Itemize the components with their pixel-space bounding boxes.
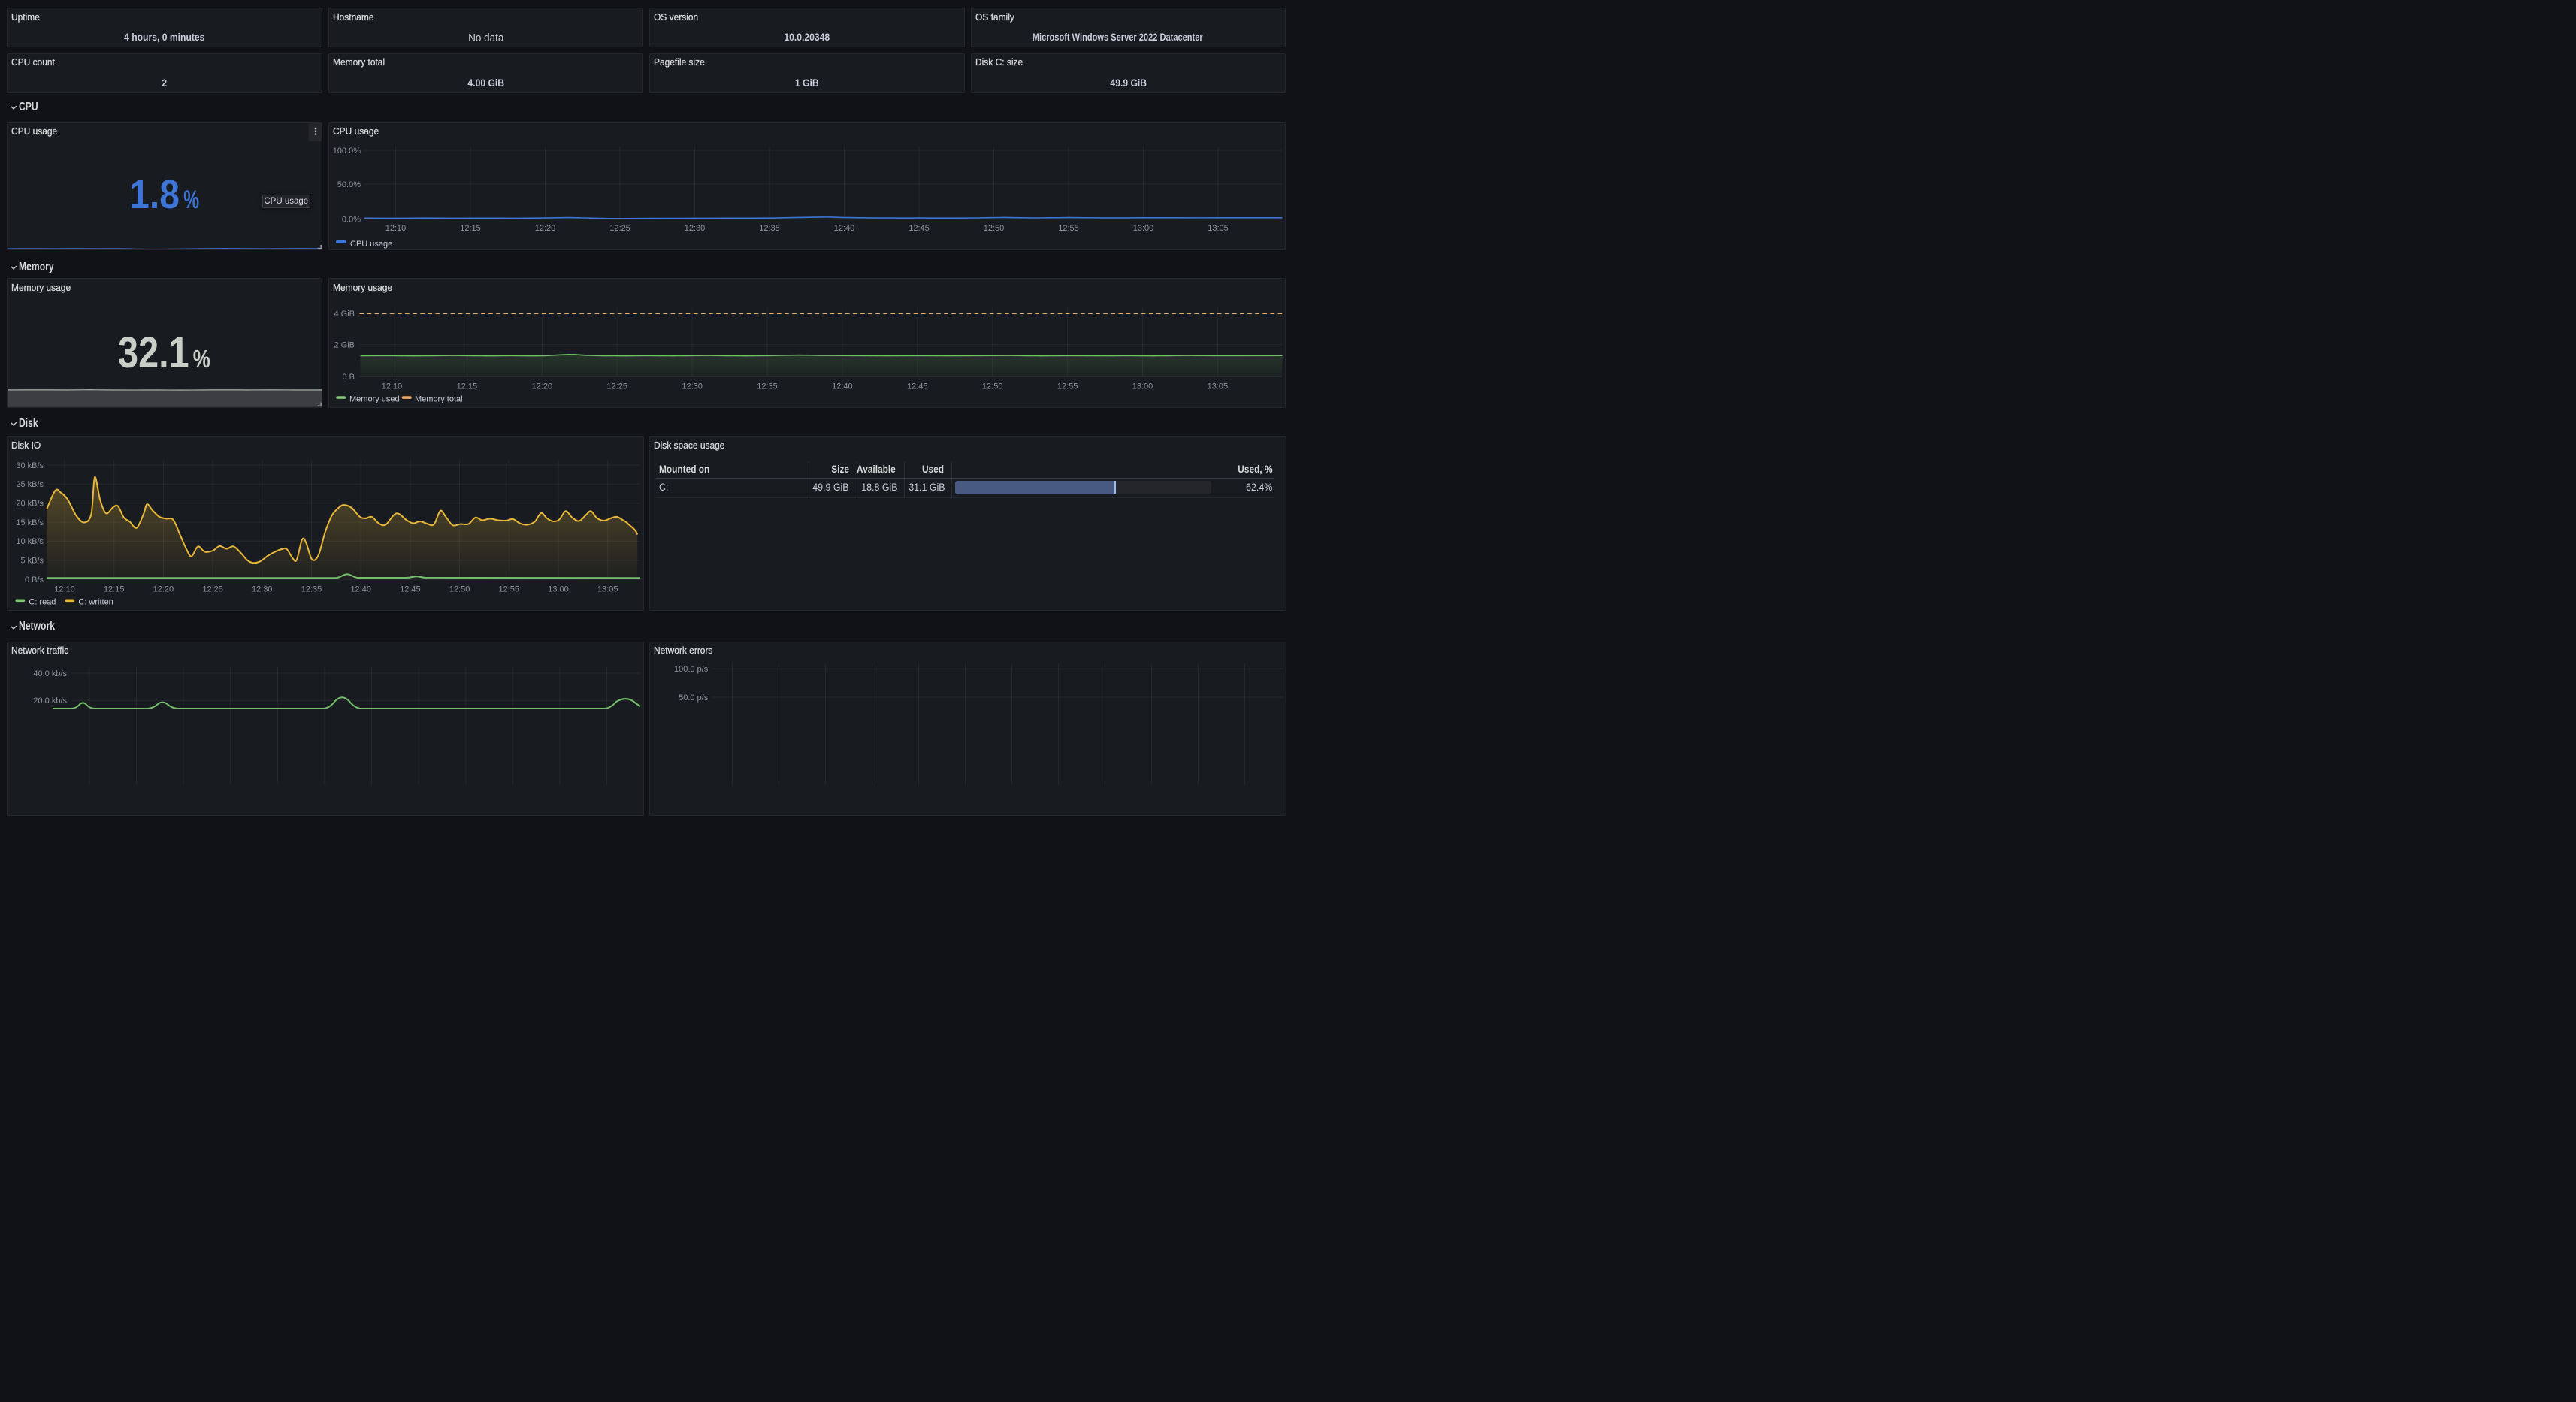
svg-text:12:45: 12:45 <box>400 585 421 594</box>
svg-text:25 kB/s: 25 kB/s <box>16 480 44 489</box>
svg-text:20 kB/s: 20 kB/s <box>16 499 44 508</box>
svg-text:20.0 kb/s: 20.0 kb/s <box>33 696 67 706</box>
svg-text:12:40: 12:40 <box>350 585 371 594</box>
svg-text:12:55: 12:55 <box>1058 224 1079 233</box>
svg-text:2 GiB: 2 GiB <box>334 340 355 349</box>
svg-text:0 B/s: 0 B/s <box>25 576 44 585</box>
svg-text:40.0 kb/s: 40.0 kb/s <box>33 669 67 678</box>
svg-text:12:50: 12:50 <box>981 382 1002 391</box>
svg-text:12:20: 12:20 <box>153 585 174 594</box>
svg-text:12:50: 12:50 <box>449 585 470 594</box>
svg-text:Memory used: Memory used <box>349 394 400 403</box>
svg-text:13:00: 13:00 <box>1132 382 1153 391</box>
svg-text:13:00: 13:00 <box>1132 224 1153 233</box>
svg-text:30 kB/s: 30 kB/s <box>16 461 44 470</box>
svg-text:12:25: 12:25 <box>609 224 630 233</box>
svg-text:12:30: 12:30 <box>682 382 703 391</box>
svg-text:50.0 p/s: 50.0 p/s <box>679 693 709 702</box>
svg-text:12:25: 12:25 <box>202 585 222 594</box>
svg-text:12:40: 12:40 <box>833 224 854 233</box>
svg-text:12:40: 12:40 <box>832 382 853 391</box>
svg-text:12:35: 12:35 <box>757 382 778 391</box>
svg-text:12:10: 12:10 <box>381 382 402 391</box>
svg-text:Memory total: Memory total <box>415 394 463 403</box>
svg-text:12:30: 12:30 <box>252 585 273 594</box>
svg-text:13:05: 13:05 <box>1208 224 1229 233</box>
svg-text:4 GiB: 4 GiB <box>334 310 355 319</box>
svg-text:12:15: 12:15 <box>104 585 125 594</box>
svg-text:15 kB/s: 15 kB/s <box>16 518 44 527</box>
svg-text:12:15: 12:15 <box>460 224 481 233</box>
svg-text:13:05: 13:05 <box>597 585 618 594</box>
svg-text:12:10: 12:10 <box>54 585 75 594</box>
svg-text:12:15: 12:15 <box>456 382 477 391</box>
svg-text:0.0%: 0.0% <box>341 215 360 224</box>
svg-text:12:45: 12:45 <box>909 224 930 233</box>
svg-text:12:45: 12:45 <box>907 382 928 391</box>
svg-text:12:20: 12:20 <box>531 382 552 391</box>
svg-text:12:50: 12:50 <box>983 224 1004 233</box>
svg-text:CPU usage: CPU usage <box>350 240 392 249</box>
svg-text:100.0%: 100.0% <box>332 146 361 155</box>
svg-text:5 kB/s: 5 kB/s <box>20 556 44 565</box>
svg-text:0 B: 0 B <box>342 373 355 382</box>
svg-text:13:00: 13:00 <box>548 585 569 594</box>
svg-text:12:35: 12:35 <box>759 224 780 233</box>
svg-text:12:55: 12:55 <box>1057 382 1078 391</box>
svg-text:C: written: C: written <box>78 597 113 606</box>
svg-text:12:35: 12:35 <box>301 585 322 594</box>
svg-text:12:30: 12:30 <box>684 224 705 233</box>
svg-text:50.0%: 50.0% <box>337 180 360 189</box>
svg-text:13:05: 13:05 <box>1207 382 1228 391</box>
svg-text:12:25: 12:25 <box>606 382 627 391</box>
svg-text:C: read: C: read <box>29 597 56 606</box>
svg-text:12:55: 12:55 <box>499 585 520 594</box>
svg-text:100.0 p/s: 100.0 p/s <box>674 665 709 674</box>
svg-text:10 kB/s: 10 kB/s <box>16 537 44 546</box>
svg-text:12:20: 12:20 <box>534 224 555 233</box>
svg-text:12:10: 12:10 <box>385 224 406 233</box>
